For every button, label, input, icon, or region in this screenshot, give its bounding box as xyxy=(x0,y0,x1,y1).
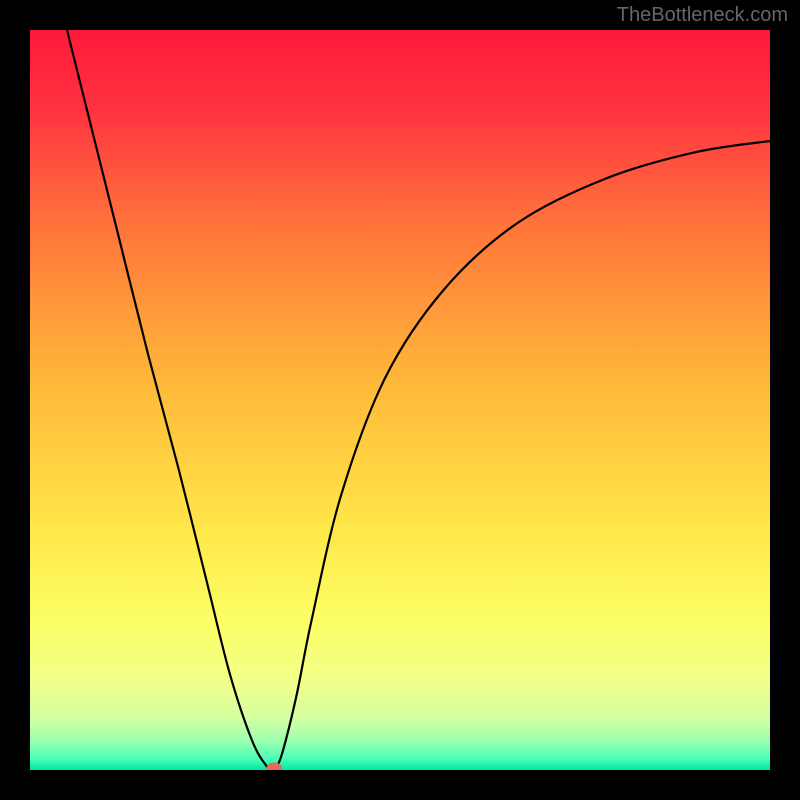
gradient-background xyxy=(30,30,770,770)
watermark-text: TheBottleneck.com xyxy=(617,4,788,27)
plot-area xyxy=(30,30,770,770)
